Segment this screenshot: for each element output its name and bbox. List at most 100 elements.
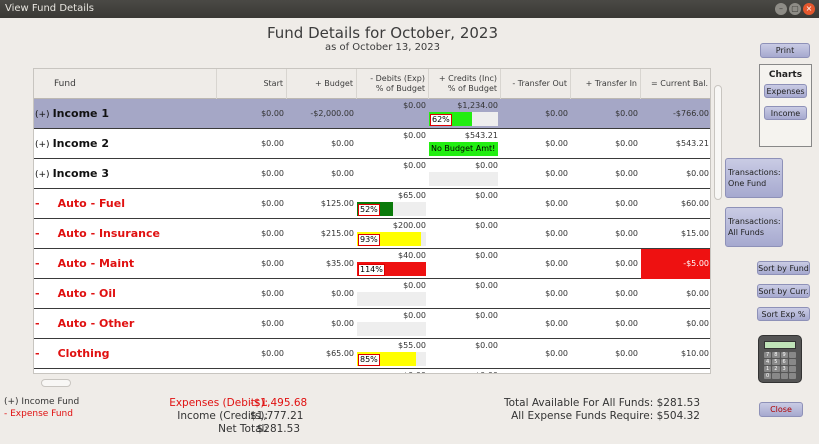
table-row[interactable]: - Auto - Other $0.00 $0.00 $0.00 $0.00 $0.00 $0… xyxy=(34,309,710,339)
column-header-label: Start xyxy=(263,79,283,88)
cell-cur: -$5.00 xyxy=(641,249,710,279)
print-button[interactable]: Print xyxy=(760,43,810,58)
column-header-label: + Credits (Inc) xyxy=(438,74,497,83)
fund-prefix: - xyxy=(35,287,40,300)
table-row[interactable]: $0.00 $0.00 xyxy=(34,369,710,373)
column-header-label: + Budget xyxy=(314,79,353,88)
cell-credits: $0.00 xyxy=(429,339,501,369)
table-row[interactable]: (+) Income 2 $0.00 $0.00 $0.00 $0.00 $543.21 $0… xyxy=(34,129,710,159)
debits-amount: $0.00 xyxy=(403,371,426,373)
cell-cur: $0.00 xyxy=(686,289,709,298)
cell-budget: $0.00 xyxy=(331,289,354,298)
charts-box: Charts Expenses Income xyxy=(759,64,812,147)
column-header-label: + Transfer In xyxy=(585,79,637,88)
debits-amount: $55.00 xyxy=(398,341,426,350)
cell-start: $0.00 xyxy=(261,349,284,358)
column-header-label: - Debits (Exp) xyxy=(370,74,425,83)
total-available: Total Available For All Funds: $281.53 xyxy=(503,397,700,409)
fund-name-label: Auto - Insurance xyxy=(57,227,160,240)
fund-name-label: Clothing xyxy=(57,347,110,360)
column-header-tout[interactable]: - Transfer Out xyxy=(501,69,571,99)
vertical-scrollbar[interactable] xyxy=(713,80,723,380)
column-header-fund[interactable]: Fund xyxy=(34,69,217,99)
credits-percent-bar: 62% xyxy=(429,112,498,126)
cell-tin xyxy=(571,369,641,373)
column-header-start[interactable]: Start xyxy=(217,69,287,99)
debits-amount: $65.00 xyxy=(398,191,426,200)
horizontal-scrollbar[interactable] xyxy=(33,378,711,388)
close-button[interactable]: Close xyxy=(759,402,803,417)
cell-start: $0.00 xyxy=(261,229,284,238)
column-header-debits[interactable]: - Debits (Exp)% of Budget xyxy=(357,69,429,99)
table-row[interactable]: - Auto - Insurance $0.00 $215.00 $0.00 $0.00 $… xyxy=(34,219,710,249)
column-header-tin[interactable]: + Transfer In xyxy=(571,69,641,99)
table-row[interactable]: - Clothing $0.00 $65.00 $0.00 $0.00 $10.00 $55.… xyxy=(34,339,710,369)
close-icon[interactable]: × xyxy=(803,3,815,15)
debits-percent-bar: 114% xyxy=(357,262,426,276)
maximize-icon[interactable]: ▢ xyxy=(789,3,801,15)
cell-debits: $0.00 xyxy=(357,129,429,159)
expenses-chart-button[interactable]: Expenses xyxy=(764,84,807,98)
calculator-icon[interactable]: 789 456 123 0 xyxy=(758,335,802,383)
fund-prefix: - xyxy=(35,257,40,270)
table-row[interactable]: - Auto - Maint $0.00 $35.00 $0.00 $0.00 -$5.00… xyxy=(34,249,710,279)
fund-name-label: Income 2 xyxy=(52,137,109,150)
minimize-icon[interactable]: – xyxy=(775,3,787,15)
debits-amount: $0.00 xyxy=(403,131,426,140)
fund-name-label: Auto - Fuel xyxy=(57,197,125,210)
cell-start: $0.00 xyxy=(261,139,284,148)
sort-by-fund-button[interactable]: Sort by Fund xyxy=(757,261,810,275)
debits-amount: $40.00 xyxy=(398,251,426,260)
table-row[interactable]: - Auto - Oil $0.00 $0.00 $0.00 $0.00 $0.00 $0.0… xyxy=(34,279,710,309)
table-row[interactable]: - Auto - Fuel $0.00 $125.00 $0.00 $0.00 $60.00… xyxy=(34,189,710,219)
calculator-key: 6 xyxy=(780,359,788,365)
column-header-sublabel: % of Budget xyxy=(375,84,425,93)
fund-name: - Auto - Fuel xyxy=(34,189,125,219)
cell-credits: $0.00 xyxy=(429,279,501,309)
sort-by-curr-button[interactable]: Sort by Curr. xyxy=(757,284,810,298)
calculator-key: 4 xyxy=(764,359,772,365)
cell-tin: $0.00 xyxy=(615,349,638,358)
table-row[interactable]: (+) Income 1 $0.00 -$2,000.00 $0.00 $0.00 -$76… xyxy=(34,99,710,129)
credits-percent-label: 62% xyxy=(430,114,452,126)
cell-tout: $0.00 xyxy=(545,289,568,298)
fund-name: - Auto - Other xyxy=(34,309,134,339)
debits-percent-bar: 85% xyxy=(357,352,426,366)
income-label: Income (Credits): xyxy=(177,410,268,422)
fund-prefix: - xyxy=(35,227,40,240)
debits-percent-label: 52% xyxy=(358,204,380,216)
table-row[interactable]: (+) Income 3 $0.00 $0.00 $0.00 $0.00 $0.00 $0.0… xyxy=(34,159,710,189)
fund-prefix: (+) xyxy=(35,170,50,180)
column-header-sublabel: % of Budget xyxy=(447,84,497,93)
column-header-budget[interactable]: + Budget xyxy=(287,69,357,99)
cell-cur xyxy=(641,369,710,373)
debits-amount: $200.00 xyxy=(392,221,426,230)
debits-amount: $0.00 xyxy=(403,161,426,170)
cell-credits: $0.00 xyxy=(429,309,501,339)
cell-tout: $0.00 xyxy=(545,319,568,328)
column-header-cur[interactable]: = Current Bal. xyxy=(641,69,710,99)
cell-debits: $0.00 xyxy=(357,99,429,129)
total-require: All Expense Funds Require: $504.32 xyxy=(511,410,700,422)
fund-name-label: Auto - Other xyxy=(57,317,135,330)
legend-expense: - Expense Fund xyxy=(4,409,73,419)
debits-percent-label: 93% xyxy=(358,234,380,246)
fund-name-label: Income 1 xyxy=(52,107,109,120)
cell-budget xyxy=(287,369,357,373)
income-chart-button[interactable]: Income xyxy=(764,106,807,120)
cell-budget: $35.00 xyxy=(326,259,354,268)
fund-prefix: - xyxy=(35,317,40,330)
sort-exp-percent-button[interactable]: Sort Exp % xyxy=(757,307,810,321)
calculator-key: 0 xyxy=(764,373,772,379)
transactions-all-funds-button[interactable]: Transactions: All Funds xyxy=(725,207,783,247)
cell-budget: $0.00 xyxy=(331,169,354,178)
expenses-value: -$1,495.68 xyxy=(250,397,308,409)
page-subtitle: as of October 13, 2023 xyxy=(324,42,441,53)
fund-name-label: Auto - Maint xyxy=(57,257,135,270)
transactions-one-fund-button[interactable]: Transactions: One Fund xyxy=(725,158,783,198)
expenses-label: Expenses (Debits): xyxy=(169,397,268,409)
cell-tin: $0.00 xyxy=(615,289,638,298)
cell-tout xyxy=(501,369,571,373)
column-header-credits[interactable]: + Credits (Inc)% of Budget xyxy=(429,69,501,99)
cell-budget: $125.00 xyxy=(320,199,354,208)
